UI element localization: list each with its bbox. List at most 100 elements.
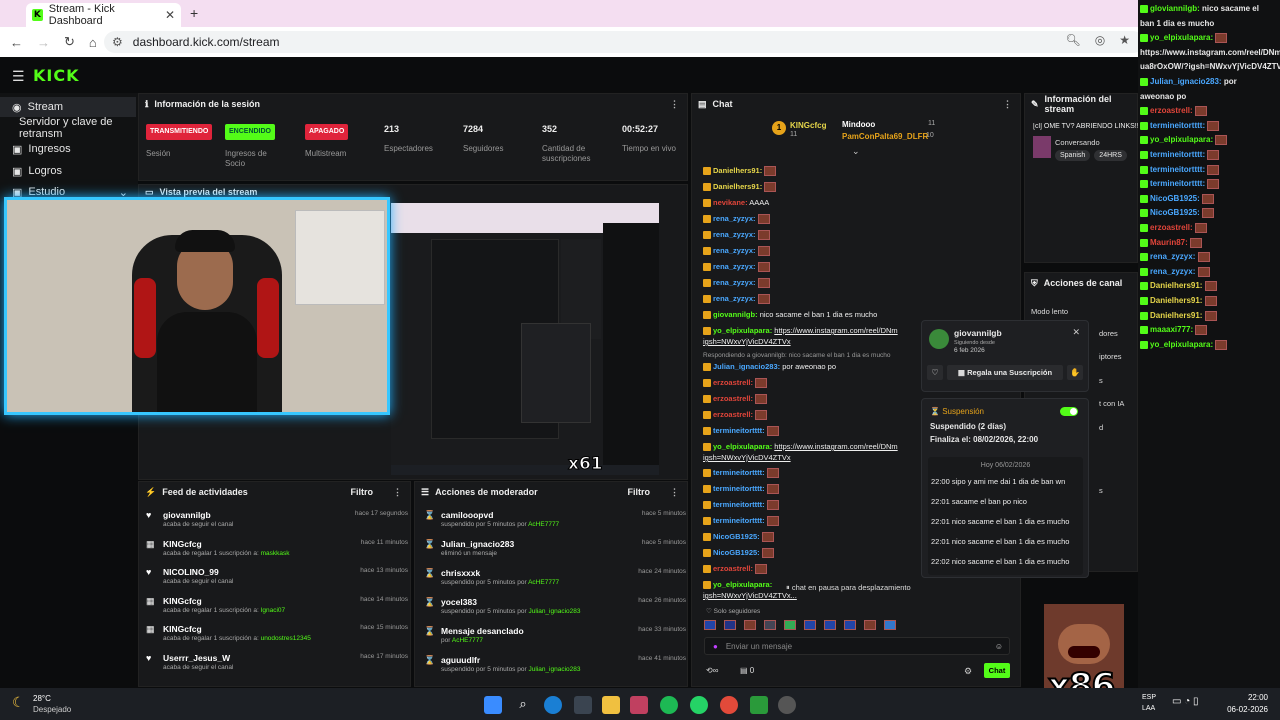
close-tab-icon[interactable]: ✕: [165, 8, 175, 22]
chat-username[interactable]: termineitortttt:: [713, 516, 765, 525]
gift-sub-button[interactable]: ▦ Regala una Suscripción: [947, 365, 1063, 380]
list-item[interactable]: ⌛ aguuudlfr suspendido por 5 minutos por J…: [424, 654, 686, 682]
chat-message[interactable]: erzoastrell:: [703, 410, 768, 421]
chat-message[interactable]: rena_zyzyx:: [703, 262, 770, 273]
chat-message[interactable]: erzoastrell:: [703, 394, 768, 405]
list-item[interactable]: ▦ KINGcfcg acaba de regalar 1 suscripción …: [146, 538, 408, 566]
chat-message[interactable]: rena_zyzyx:: [703, 246, 770, 257]
activity-user[interactable]: KINGcfcg: [163, 596, 202, 606]
pinned-user[interactable]: KINGcfcg: [790, 121, 826, 130]
home-icon[interactable]: ⌂: [89, 35, 97, 50]
kick-logo[interactable]: KICK: [33, 66, 80, 85]
mod-action-by[interactable]: AcHE7777: [528, 579, 559, 586]
chat-username[interactable]: termineitortttt:: [713, 468, 765, 477]
browser-tab[interactable]: K Stream - Kick Dashboard ✕: [26, 3, 181, 27]
channel-action-item[interactable]: dores: [1099, 329, 1118, 338]
chat-username[interactable]: yo_elpixulapara:: [713, 326, 772, 335]
chat-message[interactable]: termineitortttt:: [703, 484, 779, 495]
chat-link-continuation[interactable]: igsh=NWxvYjVicDV4ZTVx: [703, 337, 791, 346]
sidebar-item-server-key[interactable]: Servidor y clave de retransm: [0, 116, 136, 140]
chat-message[interactable]: rena_zyzyx:: [703, 294, 770, 305]
sidebar-item-logros[interactable]: ▣ Logros: [0, 161, 136, 181]
chat-input[interactable]: ● Enviar un mensaje ☺: [704, 637, 1010, 655]
mic-icon[interactable]: ●: [713, 642, 718, 651]
chat-message[interactable]: NicoGB1925:: [703, 532, 774, 543]
settings-gear-icon[interactable]: ⚙: [964, 666, 972, 677]
emote-icon[interactable]: [744, 620, 756, 630]
emote-icon[interactable]: [764, 620, 776, 630]
mod-action-title[interactable]: aguuudlfr: [441, 655, 480, 665]
chat-username[interactable]: rena_zyzyx:: [713, 262, 756, 271]
chat-message[interactable]: giovannilgb: nico sacame el ban 1 dia es…: [703, 310, 877, 320]
filter-button[interactable]: Filtro: [351, 487, 374, 497]
clock-time[interactable]: 22:00: [1224, 693, 1268, 702]
emote-icon[interactable]: [804, 620, 816, 630]
address-bar[interactable]: ⚙ dashboard.kick.com/stream: [104, 31, 1144, 53]
send-chat-button[interactable]: Chat: [984, 663, 1010, 678]
chat-username[interactable]: rena_zyzyx:: [713, 278, 756, 287]
chat-username[interactable]: Danielhers91:: [713, 182, 762, 191]
chat-link[interactable]: igsh=NWxvYjVicDV4ZTVx...: [703, 591, 797, 600]
chat-username[interactable]: erzoastrell:: [713, 564, 753, 573]
xbox-icon[interactable]: [750, 696, 768, 714]
forward-icon[interactable]: →: [37, 35, 50, 50]
input-language[interactable]: ESP: [1142, 694, 1156, 701]
emote-icon[interactable]: [824, 620, 836, 630]
activity-user[interactable]: giovannilgb: [163, 510, 211, 520]
channel-action-item[interactable]: t con IA: [1099, 399, 1124, 408]
chat-username[interactable]: nevikane:: [713, 198, 748, 207]
chat-username[interactable]: Danielhers91:: [713, 166, 762, 175]
chat-username[interactable]: rena_zyzyx:: [713, 246, 756, 255]
chat-message[interactable]: Danielhers91:: [703, 166, 777, 177]
chat-username[interactable]: rena_zyzyx:: [713, 214, 756, 223]
chat-message[interactable]: termineitortttt:: [703, 468, 779, 479]
chat-message[interactable]: rena_zyzyx:: [703, 230, 770, 241]
store-icon[interactable]: [574, 696, 592, 714]
list-item[interactable]: ⌛ Julian_ignacio283 eliminó un mensaje hace…: [424, 538, 686, 566]
list-item[interactable]: ♥ giovannilgb acaba de seguir el canal hace…: [146, 509, 408, 537]
whatsapp-icon[interactable]: [690, 696, 708, 714]
chat-link[interactable]: https://www.instagram.com/reel/DNm: [774, 442, 897, 451]
channel-action-item[interactable]: iptores: [1099, 352, 1122, 361]
network-volume-icons[interactable]: ▭ ◔ ▯: [1172, 696, 1199, 707]
chat-username[interactable]: NicoGB1925:: [713, 548, 760, 557]
follow-heart-icon[interactable]: ♡: [927, 365, 943, 380]
emote-icon[interactable]: [844, 620, 856, 630]
close-icon[interactable]: ✕: [1072, 327, 1080, 338]
activity-user[interactable]: Userrr_Jesus_W: [163, 653, 230, 663]
emote-icon[interactable]: [784, 620, 796, 630]
chat-username[interactable]: NicoGB1925:: [713, 532, 760, 541]
weather-moon-icon[interactable]: ☾: [12, 694, 25, 711]
spotify-icon[interactable]: [660, 696, 678, 714]
reload-icon[interactable]: ↻: [64, 34, 75, 50]
chat-paused-notice[interactable]: ⏸ chat en pausa para desplazamiento: [786, 583, 911, 593]
emote-icon[interactable]: [724, 620, 736, 630]
keyboard-layout[interactable]: LAA: [1142, 705, 1155, 712]
chat-username[interactable]: termineitortttt:: [713, 426, 765, 435]
activity-target[interactable]: unodostres12345: [261, 635, 311, 642]
more-options-icon[interactable]: ⋮: [1003, 99, 1012, 110]
chat-message[interactable]: termineitortttt:: [703, 426, 779, 437]
filter-button[interactable]: Filtro: [628, 487, 651, 497]
search-icon[interactable]: ⌕: [514, 696, 532, 714]
chat-message[interactable]: erzoastrell:: [703, 378, 768, 389]
chat-username[interactable]: rena_zyzyx:: [713, 230, 756, 239]
list-item[interactable]: ♥ Userrr_Jesus_W acaba de seguir el canal h…: [146, 652, 408, 680]
back-icon[interactable]: ←: [10, 35, 23, 50]
chat-message[interactable]: yo_elpixulapara: https://www.instagram.c…: [703, 442, 898, 452]
more-options-icon[interactable]: ⋮: [670, 487, 679, 498]
chat-message[interactable]: Danielhers91:: [703, 182, 777, 193]
eye-off-icon[interactable]: ◎: [1095, 33, 1105, 47]
activity-user[interactable]: NICOLINO_99: [163, 567, 219, 577]
more-options-icon[interactable]: ⋮: [393, 487, 402, 498]
edge-browser-icon[interactable]: [544, 696, 562, 714]
chat-username[interactable]: erzoastrell:: [713, 378, 753, 387]
list-item[interactable]: ♥ NICOLINO_99 acaba de seguir el canal hace…: [146, 566, 408, 594]
mod-action-by[interactable]: Julian_ignacio283: [528, 666, 580, 673]
list-item[interactable]: ⌛ Mensaje desanclado por AcHE7777 hace 33 m…: [424, 625, 686, 653]
sidebar-item-ingresos[interactable]: ▣ Ingresos: [0, 139, 136, 159]
list-item[interactable]: ⌛ chrisxxxk suspendido por 5 minutos por A…: [424, 567, 686, 595]
activity-user[interactable]: KINGcfcg: [163, 624, 202, 634]
chat-message[interactable]: yo_elpixulapara:: [703, 580, 772, 590]
channel-action-item[interactable]: s: [1099, 486, 1103, 495]
